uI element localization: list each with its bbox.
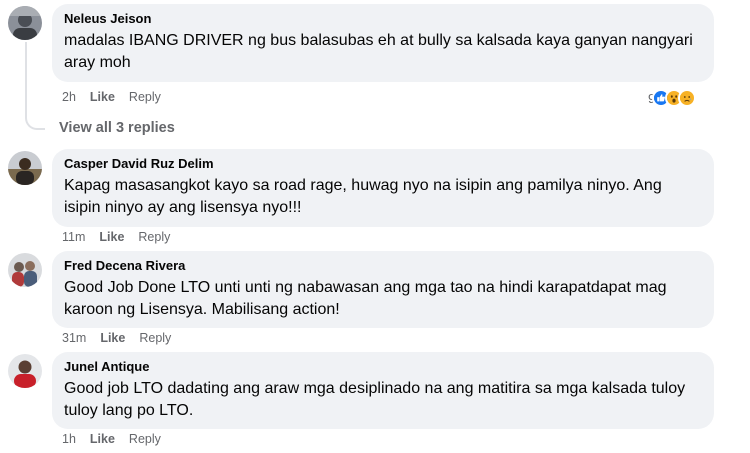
avatar[interactable]: [8, 151, 42, 185]
comment-time[interactable]: 1h: [62, 431, 76, 447]
comment-text: Good job LTO dadating ang araw mga desip…: [64, 380, 686, 419]
comment-time[interactable]: 11m: [62, 229, 85, 245]
reply-thread-line: [25, 42, 45, 130]
reaction-summary[interactable]: 9: [648, 89, 697, 107]
comment-text: madalas IBANG DRIVER ng bus balasubas eh…: [64, 32, 693, 71]
comment-actions: 2h Like Reply: [62, 89, 175, 105]
reply-button[interactable]: Reply: [139, 330, 171, 346]
comment-text: Good Job Done LTO unti unti ng nabawasan…: [64, 279, 667, 318]
avatar[interactable]: [8, 6, 42, 40]
comment-actions: 1h Like Reply: [62, 431, 175, 447]
comment-bubble: Fred Decena Rivera Good Job Done LTO unt…: [52, 251, 714, 328]
comment-bubble: Casper David Ruz Delim Kapag masasangkot…: [52, 149, 714, 227]
comment-actions: 11m Like Reply: [62, 229, 184, 245]
like-button[interactable]: Like: [90, 431, 115, 447]
reply-button[interactable]: Reply: [129, 431, 161, 447]
comment-bubble: Junel Antique Good job LTO dadating ang …: [52, 352, 714, 429]
comment-actions: 31m Like Reply: [62, 330, 185, 346]
comment-author[interactable]: Junel Antique: [64, 358, 702, 376]
avatar[interactable]: [8, 253, 42, 287]
comment-time[interactable]: 2h: [62, 89, 76, 105]
reply-button[interactable]: Reply: [138, 229, 170, 245]
comment-author[interactable]: Casper David Ruz Delim: [64, 155, 702, 173]
avatar[interactable]: [8, 354, 42, 388]
comment-time[interactable]: 31m: [62, 330, 86, 346]
comment-bubble: Neleus Jeison madalas IBANG DRIVER ng bu…: [52, 4, 714, 82]
comment-author[interactable]: Neleus Jeison: [64, 10, 702, 28]
view-replies-link[interactable]: View all 3 replies: [59, 120, 175, 136]
comment-text: Kapag masasangkot kayo sa road rage, huw…: [64, 177, 662, 216]
like-button[interactable]: Like: [100, 330, 125, 346]
sad-icon: [678, 89, 697, 107]
comments-section: Neleus Jeison madalas IBANG DRIVER ng bu…: [0, 0, 750, 453]
reply-button[interactable]: Reply: [129, 89, 161, 105]
comment-author[interactable]: Fred Decena Rivera: [64, 257, 702, 275]
like-button[interactable]: Like: [99, 229, 124, 245]
like-button[interactable]: Like: [90, 89, 115, 105]
